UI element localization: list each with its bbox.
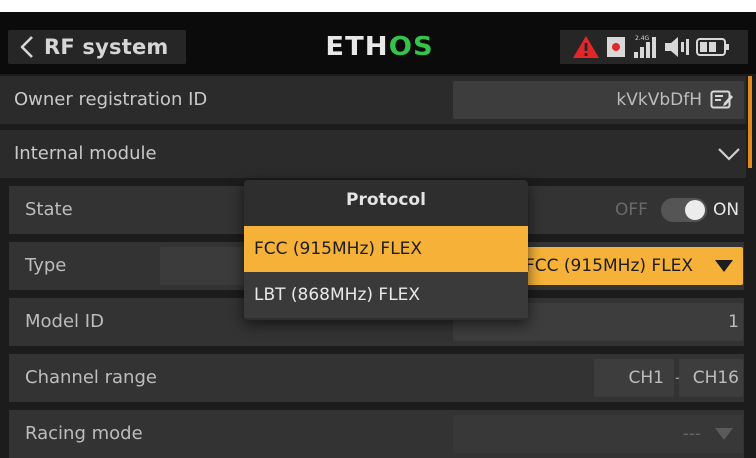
row-channel-range: Channel range CH1 - CH16: [9, 354, 744, 402]
chevron-down-icon[interactable]: [718, 147, 740, 161]
racing-mode-value: ---: [682, 424, 701, 444]
battery-icon: [696, 38, 729, 56]
chevron-left-icon: [20, 36, 33, 58]
state-toggle[interactable]: OFF ON: [615, 196, 740, 224]
toggle-knob: [685, 200, 705, 220]
logo-text-part2: OS: [388, 32, 434, 62]
toggle-track: [661, 198, 707, 222]
model-id-label: Model ID: [25, 311, 104, 332]
type-protocol-select[interactable]: FCC (915MHz) FLEX: [515, 247, 743, 285]
protocol-option-fcc[interactable]: FCC (915MHz) FLEX: [244, 226, 528, 272]
rssi-label: 2.4G: [635, 35, 650, 42]
channel-end-value: CH16: [692, 368, 739, 388]
caret-down-icon: [715, 260, 733, 272]
internal-module-label: Internal module: [14, 143, 157, 164]
edit-icon[interactable]: [710, 90, 734, 110]
channel-end-field[interactable]: CH16: [679, 359, 743, 397]
channel-start-value: CH1: [628, 368, 664, 388]
dialog-title: Protocol: [346, 190, 426, 210]
racing-mode-select[interactable]: ---: [453, 415, 743, 453]
type-protocol-value: FCC (915MHz) FLEX: [525, 256, 694, 276]
header-bar: RF system ETH OS 2.4G: [0, 12, 756, 74]
state-on-text: ON: [713, 200, 740, 220]
scrollbar[interactable]: [748, 76, 752, 168]
back-button[interactable]: RF system: [8, 30, 186, 64]
state-label: State: [25, 199, 73, 220]
logo-text-part1: ETH: [325, 32, 389, 62]
volume-icon: [665, 37, 689, 57]
protocol-dialog: Protocol FCC (915MHz) FLEX LBT (868MHz) …: [244, 180, 528, 320]
row-internal-module[interactable]: Internal module: [0, 130, 746, 178]
owner-registration-value: kVkVbDfH: [616, 90, 702, 110]
owner-registration-field[interactable]: kVkVbDfH: [453, 81, 744, 119]
screen: RF system ETH OS 2.4G Owner registration…: [0, 12, 756, 458]
channel-range-label: Channel range: [25, 367, 157, 388]
page-title: RF system: [44, 35, 169, 59]
signal-bars-icon: 2.4G: [634, 35, 656, 58]
type-label: Type: [25, 255, 67, 276]
row-owner-registration: Owner registration ID kVkVbDfH: [0, 76, 746, 124]
rec-icon: [607, 37, 625, 57]
caret-down-icon: [715, 428, 733, 440]
channel-start-field[interactable]: CH1: [594, 359, 674, 397]
state-off-text: OFF: [615, 200, 648, 220]
protocol-option-lbt[interactable]: LBT (868MHz) FLEX: [244, 272, 528, 318]
model-id-value: 1: [728, 312, 739, 332]
racing-mode-label: Racing mode: [25, 423, 143, 444]
owner-registration-label: Owner registration ID: [14, 89, 208, 110]
ethos-logo: ETH OS: [325, 30, 433, 64]
status-bar: 2.4G: [560, 30, 748, 64]
row-racing-mode: Racing mode ---: [9, 410, 744, 458]
warning-icon[interactable]: [572, 35, 600, 59]
